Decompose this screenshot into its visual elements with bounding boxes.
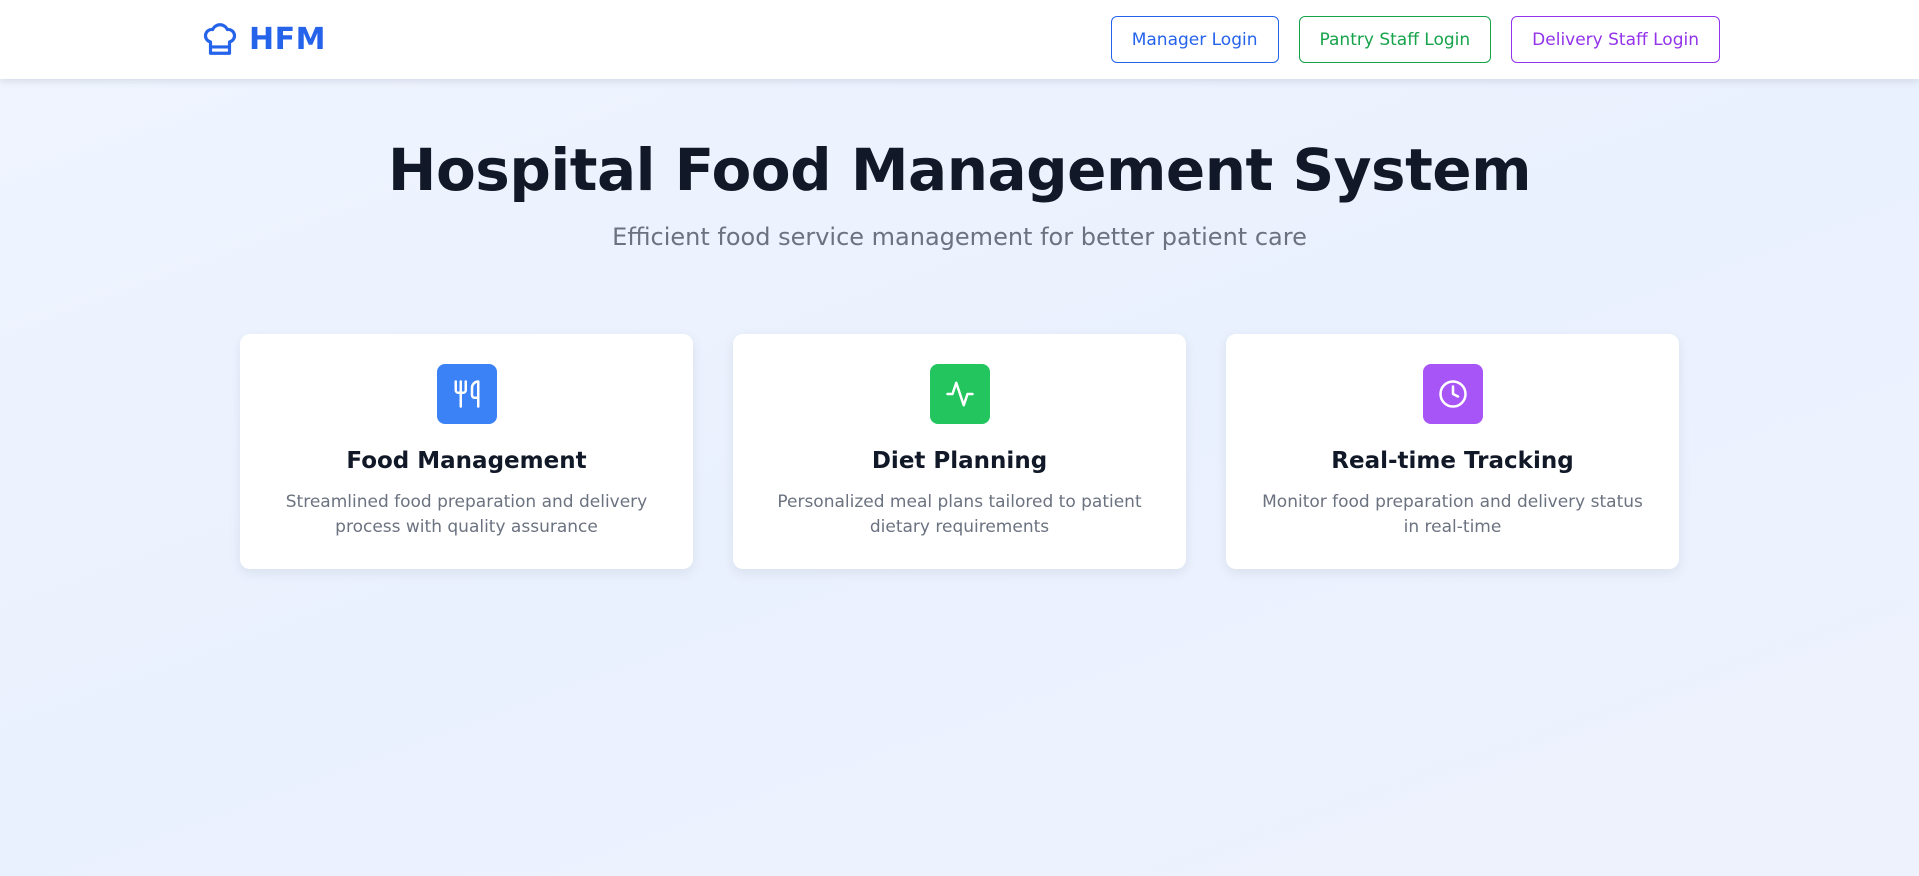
pantry-staff-login-button[interactable]: Pantry Staff Login <box>1298 16 1492 63</box>
feature-description: Monitor food preparation and delivery st… <box>1262 492 1643 537</box>
utensils-icon <box>454 380 479 408</box>
activity-icon <box>945 381 974 407</box>
brand-name: HFM <box>249 21 326 57</box>
brand-logo[interactable]: HFM <box>201 20 326 58</box>
feature-card-food-management: Food Management Streamlined food prepara… <box>240 334 693 569</box>
chef-hat-icon <box>203 23 237 55</box>
navbar: HFM Manager Login Pantry Staff Login Del… <box>0 0 1919 79</box>
feature-card-diet-planning: Diet Planning Personalized meal plans ta… <box>733 334 1186 569</box>
page-title: Hospital Food Management System <box>387 136 1532 204</box>
feature-icon-badge <box>929 364 990 424</box>
page-subtitle: Efficient food service management for be… <box>612 223 1307 251</box>
hero-section: Hospital Food Management System Efficien… <box>0 130 1919 252</box>
feature-title: Real-time Tracking <box>1331 448 1574 474</box>
login-actions: Manager Login Pantry Staff Login Deliver… <box>1110 16 1720 63</box>
feature-cards: Food Management Streamlined food prepara… <box>240 334 1679 569</box>
feature-card-real-time-tracking: Real-time Tracking Monitor food preparat… <box>1226 334 1679 569</box>
feature-description: Streamlined food preparation and deliver… <box>285 492 648 537</box>
feature-title: Diet Planning <box>871 448 1048 474</box>
feature-description: Personalized meal plans tailored to pati… <box>777 492 1142 537</box>
feature-title: Food Management <box>346 448 587 474</box>
feature-icon-badge <box>1422 364 1483 424</box>
delivery-staff-login-button[interactable]: Delivery Staff Login <box>1511 16 1720 63</box>
feature-icon-badge <box>436 364 497 424</box>
clock-icon <box>1438 380 1467 408</box>
manager-login-button[interactable]: Manager Login <box>1110 16 1279 63</box>
